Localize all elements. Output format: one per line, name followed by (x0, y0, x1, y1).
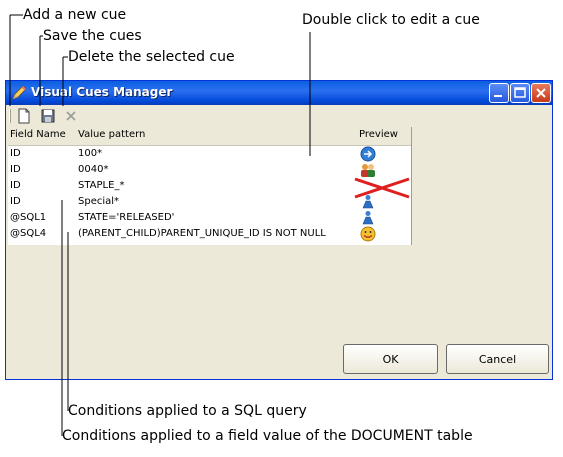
annotation-save-cues: Save the cues (43, 28, 142, 44)
column-value-pattern[interactable]: Value pattern (78, 129, 145, 140)
field-name-cell: ID (10, 164, 21, 175)
field-name-cell: ID (10, 148, 21, 159)
table-row[interactable]: ID 0040* (8, 162, 412, 178)
annotation-double-click: Double click to edit a cue (302, 12, 480, 28)
red-x-icon (354, 177, 410, 199)
blue-arrow-icon (360, 146, 376, 162)
field-name-cell: ID (10, 180, 21, 191)
minimize-icon (494, 95, 502, 97)
column-field-name[interactable]: Field Name (10, 129, 66, 140)
list-header: Field Name Value pattern Preview (8, 127, 412, 146)
field-name-cell: ID (10, 196, 21, 207)
header-divider (411, 127, 412, 145)
annotation-field-conditions: Conditions applied to a field value of t… (62, 428, 473, 444)
pencil-icon (12, 85, 27, 100)
field-name-cell: @SQL4 (10, 228, 47, 239)
toolbar (6, 106, 552, 126)
annotation-add-cue: Add a new cue (23, 7, 127, 23)
minimize-button[interactable] (489, 83, 509, 103)
column-preview[interactable]: Preview (359, 129, 398, 140)
ok-button[interactable]: OK (343, 344, 438, 374)
table-row[interactable]: @SQL1 STATE='RELEASED' (8, 210, 412, 226)
close-button[interactable] (531, 83, 551, 103)
table-row[interactable]: @SQL4 (PARENT_CHILD)PARENT_UNIQUE_ID IS … (8, 226, 412, 242)
field-name-cell: @SQL1 (10, 212, 47, 223)
table-row[interactable]: ID Special* (8, 194, 412, 210)
value-pattern-cell: STAPLE_* (78, 180, 125, 191)
save-icon[interactable] (40, 108, 56, 124)
value-pattern-cell: 0040* (78, 164, 109, 175)
new-document-icon[interactable] (16, 108, 32, 124)
blue-figure-icon (362, 211, 374, 225)
toolbar-grip (9, 109, 11, 123)
value-pattern-cell: 100* (78, 148, 103, 159)
annotation-sql-conditions: Conditions applied to a SQL query (68, 403, 307, 419)
smiley-icon (360, 226, 376, 242)
title-bar[interactable]: Visual Cues Manager (6, 81, 552, 105)
cues-list[interactable]: Field Name Value pattern Preview ID 100*… (8, 127, 412, 245)
table-row[interactable]: ID STAPLE_* (8, 178, 412, 194)
visual-cues-manager-window: Visual Cues Manager Field Name Value pat… (5, 80, 553, 380)
annotation-delete-cue: Delete the selected cue (68, 49, 235, 65)
close-icon (536, 88, 546, 98)
value-pattern-cell: (PARENT_CHILD)PARENT_UNIQUE_ID IS NOT NU… (78, 228, 326, 239)
value-pattern-cell: STATE='RELEASED' (78, 212, 175, 223)
preview-column-divider (411, 145, 412, 245)
maximize-button[interactable] (510, 83, 530, 103)
value-pattern-cell: Special* (78, 196, 120, 207)
window-title: Visual Cues Manager (31, 85, 173, 99)
table-row[interactable]: ID 100* (8, 146, 412, 162)
delete-icon[interactable] (63, 108, 79, 124)
cancel-button[interactable]: Cancel (446, 344, 549, 374)
maximize-icon (514, 87, 526, 98)
